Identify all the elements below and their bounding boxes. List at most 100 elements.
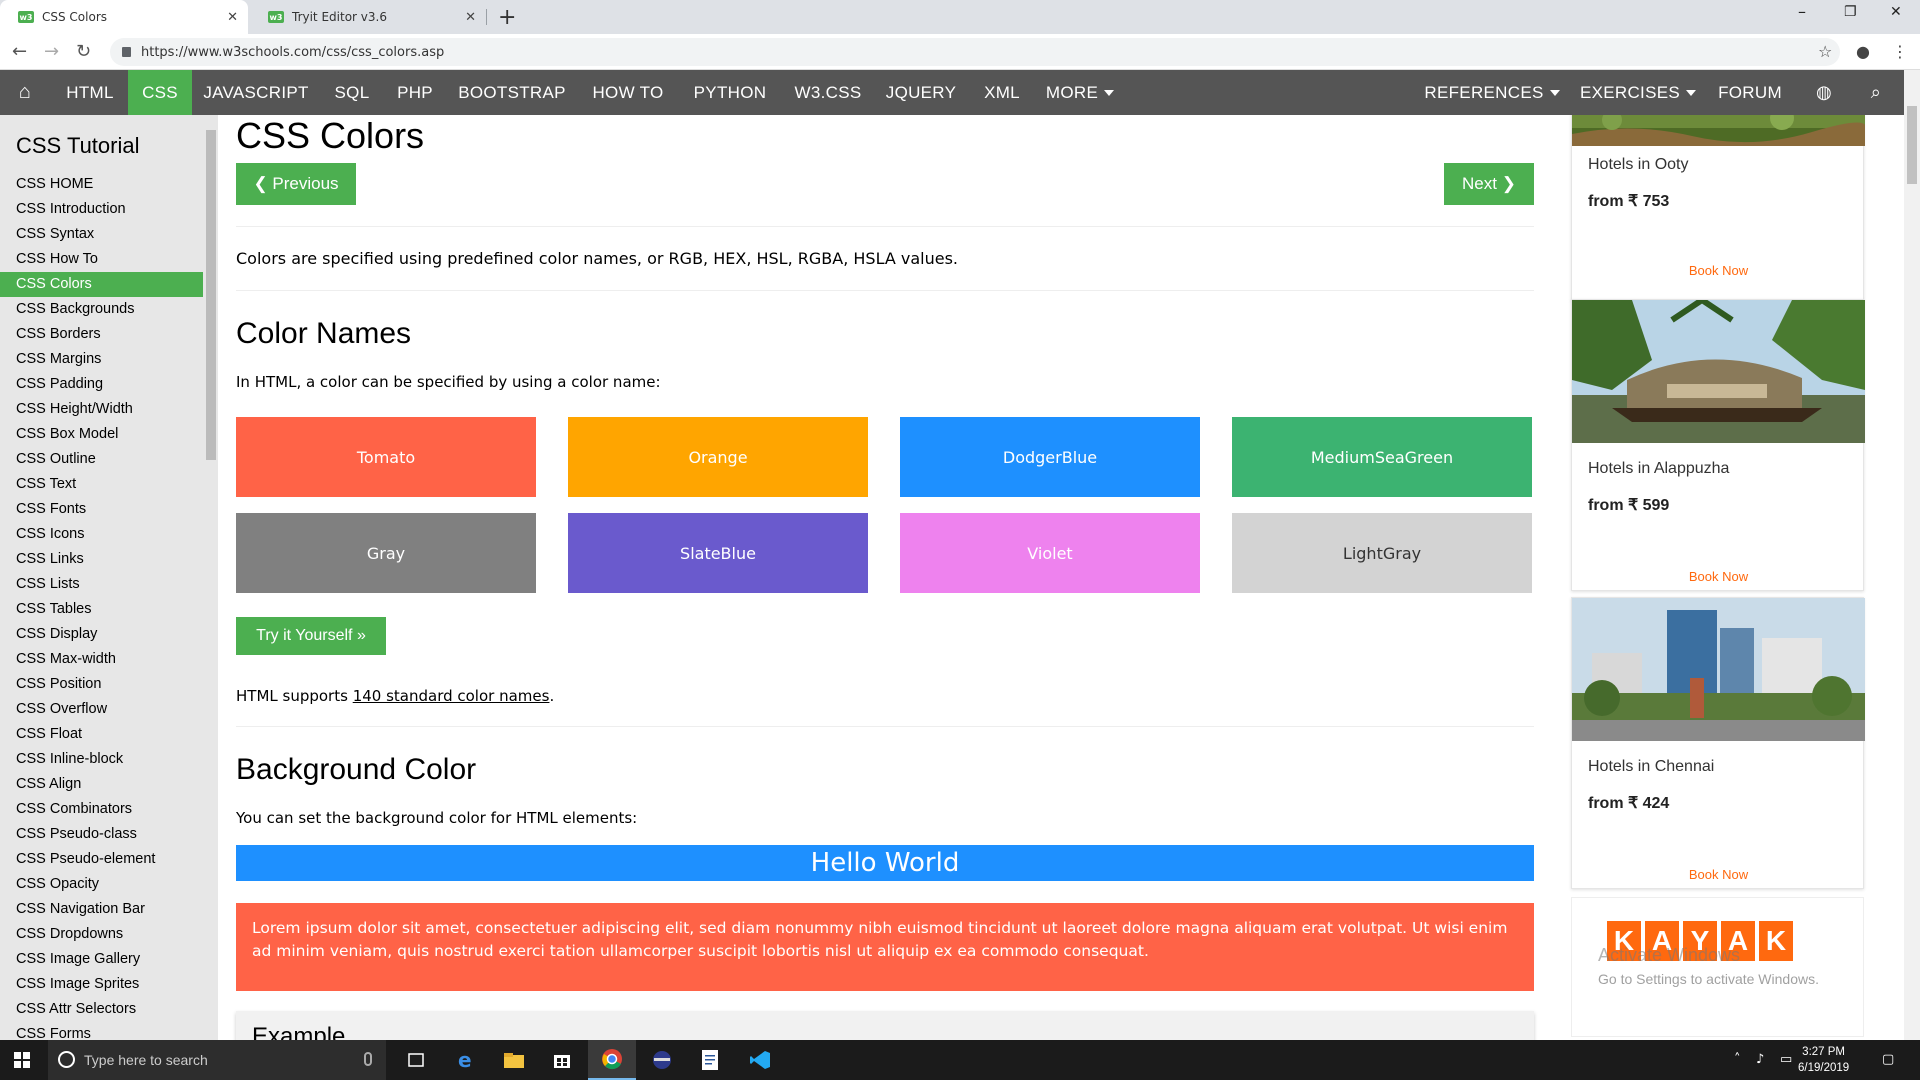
sidebar-item-css-height-width[interactable]: CSS Height/Width	[0, 397, 203, 422]
sidebar-item-css-colors[interactable]: CSS Colors	[0, 272, 203, 297]
sidebar-item-css-lists[interactable]: CSS Lists	[0, 572, 203, 597]
sidebar-item-css-pseudo-class[interactable]: CSS Pseudo-class	[0, 822, 203, 847]
hotel-ad-card-chennai[interactable]: Hotels in Chennai from ₹ 424 Book Now	[1571, 597, 1865, 889]
sidebar-item-css-tables[interactable]: CSS Tables	[0, 597, 203, 622]
nav-w3css[interactable]: W3.CSS	[788, 70, 868, 115]
forward-icon[interactable]: →	[44, 41, 59, 62]
sidebar-item-css-outline[interactable]: CSS Outline	[0, 447, 203, 472]
browser-menu-icon[interactable]: ⋮	[1892, 42, 1908, 61]
close-icon[interactable]: ✕	[465, 10, 476, 25]
sidebar-item-css-dropdowns[interactable]: CSS Dropdowns	[0, 922, 203, 947]
edge-icon[interactable]: e	[442, 1040, 490, 1080]
sidebar-item-css-pseudo-element[interactable]: CSS Pseudo-element	[0, 847, 203, 872]
nav-css[interactable]: CSS	[128, 70, 192, 115]
notifications-icon[interactable]: ▢	[1882, 1052, 1894, 1067]
bookmark-star-icon[interactable]: ☆	[1818, 42, 1832, 61]
try-it-yourself-button[interactable]: Try it Yourself »	[236, 617, 386, 655]
restore-icon[interactable]: ❐	[1844, 4, 1857, 20]
sidebar-item-css-how-to[interactable]: CSS How To	[0, 247, 203, 272]
sidebar-item-css-icons[interactable]: CSS Icons	[0, 522, 203, 547]
nav-html[interactable]: HTML	[52, 70, 128, 115]
sidebar-item-css-overflow[interactable]: CSS Overflow	[0, 697, 203, 722]
tab-tryit-editor[interactable]: w3 Tryit Editor v3.6 ✕	[250, 0, 486, 34]
microphone-icon[interactable]	[364, 1052, 372, 1066]
sidebar-item-css-box-model[interactable]: CSS Box Model	[0, 422, 203, 447]
book-now-link[interactable]: Book Now	[1572, 263, 1865, 278]
sidebar-item-css-image-gallery[interactable]: CSS Image Gallery	[0, 947, 203, 972]
sidebar-item-css-backgrounds[interactable]: CSS Backgrounds	[0, 297, 203, 322]
hotel-ad-card-alappuzha[interactable]: Hotels in Alappuzha from ₹ 599 Book Now	[1571, 299, 1865, 591]
nav-javascript[interactable]: JAVASCRIPT	[196, 70, 316, 115]
nav-references[interactable]: REFERENCES	[1424, 70, 1560, 115]
sidebar-item-css-margins[interactable]: CSS Margins	[0, 347, 203, 372]
sidebar-item-css-links[interactable]: CSS Links	[0, 547, 203, 572]
lorem-demo: Lorem ipsum dolor sit amet, consectetuer…	[236, 903, 1534, 991]
page-scrollbar-thumb[interactable]	[1907, 106, 1917, 184]
book-now-link[interactable]: Book Now	[1572, 569, 1865, 584]
nav-php[interactable]: PHP	[388, 70, 442, 115]
taskbar-clock[interactable]: 3:27 PM 6/19/2019	[1798, 1044, 1849, 1076]
nav-sql[interactable]: SQL	[322, 70, 382, 115]
hotel-ad-card-ooty[interactable]: Hotels in Ooty from ₹ 753 Book Now	[1571, 115, 1865, 301]
minimize-icon[interactable]: –	[1798, 2, 1806, 21]
sidebar-item-css-opacity[interactable]: CSS Opacity	[0, 872, 203, 897]
sidebar-item-css-image-sprites[interactable]: CSS Image Sprites	[0, 972, 203, 997]
sidebar-item-css-display[interactable]: CSS Display	[0, 622, 203, 647]
nav-python[interactable]: PYTHON	[684, 70, 776, 115]
previous-button[interactable]: ❮ Previous	[236, 163, 356, 205]
sidebar-item-css-syntax[interactable]: CSS Syntax	[0, 222, 203, 247]
close-icon[interactable]: ✕	[227, 10, 238, 25]
nav-bootstrap[interactable]: BOOTSTRAP	[450, 70, 574, 115]
search-icon[interactable]: ⌕	[1858, 70, 1894, 115]
sidebar-item-css-borders[interactable]: CSS Borders	[0, 322, 203, 347]
sidebar-item-css-align[interactable]: CSS Align	[0, 772, 203, 797]
close-window-icon[interactable]: ✕	[1890, 4, 1902, 20]
hotel-price: from ₹ 599	[1588, 497, 1670, 514]
nav-how-to[interactable]: HOW TO	[582, 70, 674, 115]
profile-avatar-icon[interactable]: ●	[1856, 42, 1870, 61]
windows-start-icon[interactable]	[14, 1052, 30, 1068]
sidebar-item-css-forms[interactable]: CSS Forms	[0, 1022, 203, 1040]
sidebar-item-css-float[interactable]: CSS Float	[0, 722, 203, 747]
vscode-icon[interactable]	[736, 1040, 784, 1080]
color-names-link[interactable]: 140 standard color names	[353, 687, 550, 705]
sidebar-item-css-fonts[interactable]: CSS Fonts	[0, 497, 203, 522]
next-button[interactable]: Next ❯	[1444, 163, 1534, 205]
sidebar-item-css-position[interactable]: CSS Position	[0, 672, 203, 697]
taskbar-search-input[interactable]: Type here to search	[48, 1040, 386, 1080]
volume-icon[interactable]: ♪	[1756, 1052, 1764, 1067]
sidebar-item-css-introduction[interactable]: CSS Introduction	[0, 197, 203, 222]
nav-more[interactable]: MORE	[1040, 70, 1120, 115]
url-input[interactable]: https://www.w3schools.com/css/css_colors…	[110, 38, 1840, 66]
chrome-icon[interactable]	[588, 1040, 636, 1080]
new-tab-icon[interactable]: +	[498, 5, 516, 30]
sidebar-item-css-padding[interactable]: CSS Padding	[0, 372, 203, 397]
home-icon[interactable]: ⌂	[0, 70, 50, 115]
sidebar-item-css-max-width[interactable]: CSS Max-width	[0, 647, 203, 672]
back-icon[interactable]: ←	[12, 41, 27, 62]
tab-css-colors[interactable]: w3 CSS Colors ✕	[0, 0, 248, 34]
sidebar-item-css-attr-selectors[interactable]: CSS Attr Selectors	[0, 997, 203, 1022]
reload-icon[interactable]: ↻	[76, 41, 91, 62]
tray-chevron-icon[interactable]: ˄	[1734, 1052, 1741, 1067]
document-icon[interactable]	[686, 1040, 734, 1080]
app-icon[interactable]	[638, 1040, 686, 1080]
sidebar-item-css-text[interactable]: CSS Text	[0, 472, 203, 497]
file-explorer-icon[interactable]	[490, 1040, 538, 1080]
store-icon[interactable]	[538, 1040, 586, 1080]
nav-xml[interactable]: XML	[976, 70, 1028, 115]
sidebar-item-css-combinators[interactable]: CSS Combinators	[0, 797, 203, 822]
kayak-ad-frame[interactable]	[1571, 897, 1864, 1037]
nav-exercises[interactable]: EXERCISES	[1576, 70, 1700, 115]
nav-forum[interactable]: FORUM	[1712, 70, 1788, 115]
network-icon[interactable]: ▭	[1780, 1052, 1792, 1067]
sidebar-item-css-home[interactable]: CSS HOME	[0, 172, 203, 197]
task-view-icon[interactable]	[392, 1040, 440, 1080]
sidebar-item-css-inline-block[interactable]: CSS Inline-block	[0, 747, 203, 772]
book-now-link[interactable]: Book Now	[1572, 867, 1865, 882]
sidebar-item-css-navigation-bar[interactable]: CSS Navigation Bar	[0, 897, 203, 922]
nav-jquery[interactable]: JQUERY	[880, 70, 962, 115]
sidebar-scrollbar-thumb[interactable]	[206, 130, 216, 460]
page-scrollbar-track[interactable]	[1904, 70, 1920, 1040]
globe-icon[interactable]: ◍	[1806, 70, 1842, 115]
